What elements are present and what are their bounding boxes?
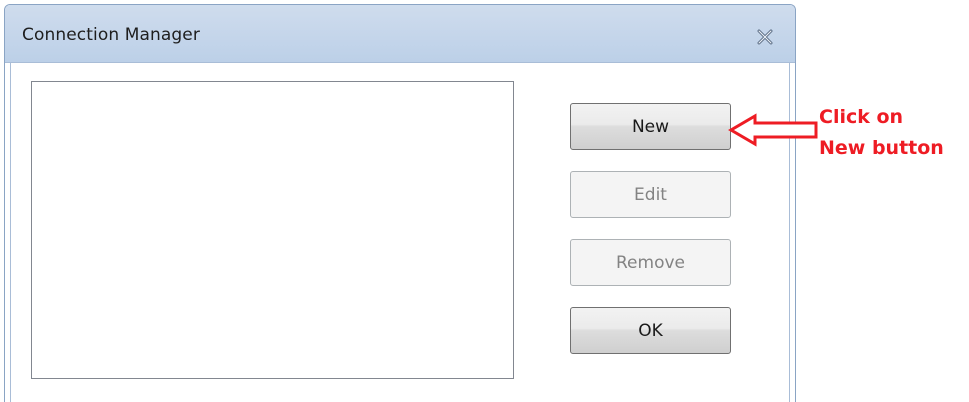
connection-list[interactable] <box>31 81 514 379</box>
title-bar[interactable]: Connection Manager <box>5 5 795 63</box>
new-button[interactable]: New <box>570 103 731 150</box>
annotation-callout: Click on New button <box>819 102 944 164</box>
left-arrow-icon <box>728 113 818 147</box>
annotation-line-1: Click on <box>819 106 904 128</box>
screenshot-stage: Connection Manager New Edit Remove OK Cl… <box>0 0 969 402</box>
edit-button[interactable]: Edit <box>570 171 731 218</box>
annotation-line-2: New button <box>819 137 944 159</box>
close-icon[interactable] <box>755 27 775 47</box>
window-title: Connection Manager <box>22 25 200 45</box>
ok-button[interactable]: OK <box>570 307 731 354</box>
remove-button[interactable]: Remove <box>570 239 731 286</box>
